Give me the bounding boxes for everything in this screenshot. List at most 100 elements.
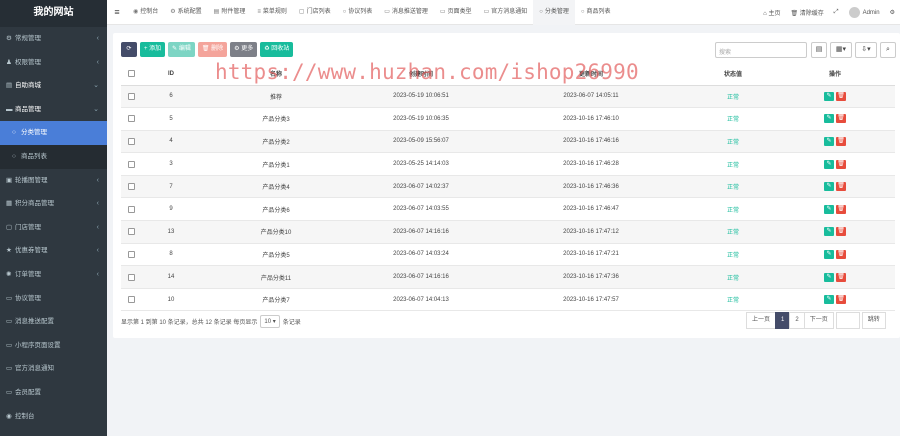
nav-tab-3[interactable]: ≡ 菜单规则 xyxy=(251,0,293,25)
row-checkbox[interactable] xyxy=(127,92,135,100)
sidebar-item-3[interactable]: ▬ 商品管理 ⌄ xyxy=(0,98,107,122)
search-icon[interactable]: ⌕ xyxy=(880,42,896,58)
refresh-button[interactable]: ⟳ xyxy=(121,42,137,57)
row-delete-button[interactable]: 🗑 xyxy=(836,204,846,214)
row-delete-button[interactable]: 🗑 xyxy=(836,249,846,259)
nav-tab-5[interactable]: ○ 协议列表 xyxy=(337,0,379,25)
nav-tab-9[interactable]: ○ 分类管理 xyxy=(533,0,575,25)
row-edit-button[interactable]: ✎ xyxy=(824,295,834,305)
nav-tab-8[interactable]: ▭ 官方消息通知 xyxy=(478,0,534,25)
status-badge[interactable]: 正常 xyxy=(727,276,739,282)
sidebar-item-6[interactable]: ▣ 轮播图管理 ‹ xyxy=(0,169,107,193)
sidebar-item-8[interactable]: ▢ 门店管理 ‹ xyxy=(0,216,107,240)
row-edit-button[interactable]: ✎ xyxy=(824,136,834,146)
page-button-2[interactable]: 2 xyxy=(789,312,805,329)
status-badge[interactable]: 正常 xyxy=(727,95,739,101)
status-badge[interactable]: 正常 xyxy=(727,163,739,169)
row-edit-button[interactable]: ✎ xyxy=(824,91,834,101)
row-edit-button[interactable]: ✎ xyxy=(824,182,834,192)
status-badge[interactable]: 正常 xyxy=(727,253,739,259)
fullscreen-icon[interactable]: ⤢ xyxy=(829,9,844,16)
sidebar-item-11[interactable]: ▭ 协议管理 xyxy=(0,287,107,311)
status-badge[interactable]: 正常 xyxy=(727,117,739,123)
settings-icon[interactable]: ⚙ xyxy=(885,9,900,16)
columns-dropdown-icon[interactable]: ▦▾ xyxy=(830,42,852,58)
row-delete-button[interactable]: 🗑 xyxy=(836,159,846,169)
nav-tab-2[interactable]: ▤ 附件管理 xyxy=(208,0,252,25)
status-badge[interactable]: 正常 xyxy=(727,185,739,191)
clear-cache-button[interactable]: 🗑 清除缓存 xyxy=(785,8,828,17)
row-edit-button[interactable]: ✎ xyxy=(824,159,834,169)
table-row[interactable]: 10 产品分类7 2023-06-07 14:04:13 2023-10-16 17:… xyxy=(121,288,895,312)
row-edit-button[interactable]: ✎ xyxy=(824,272,834,282)
sidebar-item-2[interactable]: ▤ 自助商城 ⌄ xyxy=(0,74,107,98)
row-delete-button[interactable]: 🗑 xyxy=(836,295,846,305)
sidebar-item-16[interactable]: ◉ 控制台 xyxy=(0,405,107,429)
status-badge[interactable]: 正常 xyxy=(727,140,739,146)
jump-button[interactable]: 跳转 xyxy=(861,312,886,329)
row-edit-button[interactable]: ✎ xyxy=(824,204,834,214)
row-checkbox[interactable] xyxy=(127,183,135,191)
table-row[interactable]: 9 产品分类6 2023-06-07 14:03:55 2023-10-16 17:4… xyxy=(121,197,895,222)
nav-tab-0[interactable]: ◉ 控制台 xyxy=(127,0,164,25)
sidebar-item-15[interactable]: ▭ 会员配置 xyxy=(0,381,107,405)
edit-button[interactable]: ✎ 编辑 xyxy=(168,42,195,57)
sidebar-item-12[interactable]: ▭ 消息推送配置 xyxy=(0,310,107,334)
list-view-icon[interactable]: ▤ xyxy=(811,42,827,58)
table-row[interactable]: 6 推荐 2023-05-19 10:06:51 2023-06-07 14:05:1… xyxy=(121,85,895,109)
nav-tab-7[interactable]: ▭ 页面类型 xyxy=(434,0,478,25)
row-delete-button[interactable]: 🗑 xyxy=(836,182,846,192)
page-button-1[interactable]: 1 xyxy=(775,312,791,329)
header-status[interactable]: 状态值 xyxy=(691,63,775,86)
table-row[interactable]: 4 产品分类2 2023-05-09 15:56:07 2023-10-16 17:4… xyxy=(121,130,895,154)
nav-tab-10[interactable]: ○ 商品列表 xyxy=(575,0,617,25)
row-checkbox[interactable] xyxy=(127,273,135,281)
add-button[interactable]: + 添加 xyxy=(140,42,166,57)
table-row[interactable]: 13 产品分类10 2023-06-07 14:16:16 2023-10-16 17… xyxy=(121,220,895,244)
next-page-button[interactable]: 下一页 xyxy=(803,312,834,329)
row-checkbox[interactable] xyxy=(127,250,135,258)
brand-logo[interactable]: 我的网站 xyxy=(0,0,107,27)
jump-page-input[interactable] xyxy=(835,312,860,329)
user-menu[interactable]: Admin xyxy=(844,6,885,18)
table-row[interactable]: 8 产品分类5 2023-06-07 14:03:24 2023-10-16 17:4… xyxy=(121,243,895,267)
sidebar-item-13[interactable]: ▭ 小程序页面设置 xyxy=(0,334,107,358)
row-checkbox[interactable] xyxy=(127,296,135,304)
row-delete-button[interactable]: 🗑 xyxy=(836,136,846,146)
sidebar-item-9[interactable]: ★ 优惠券管理 ‹ xyxy=(0,239,107,263)
menu-toggle-icon[interactable]: ≡ xyxy=(107,7,127,17)
nav-tab-4[interactable]: ▢ 门店列表 xyxy=(293,0,337,25)
sidebar-item-14[interactable]: ▭ 官方消息通知 xyxy=(0,357,107,381)
home-link[interactable]: ⌂ 主页 xyxy=(758,8,785,17)
sidebar-item-10[interactable]: ✺ 订单管理 ‹ xyxy=(0,263,107,287)
sidebar-item-1[interactable]: ♟ 权限管理 ‹ xyxy=(0,51,107,75)
nav-tab-1[interactable]: ⚙ 系统配置 xyxy=(164,0,207,25)
prev-page-button[interactable]: 上一页 xyxy=(746,312,777,329)
table-row[interactable]: 5 产品分类3 2023-05-19 10:06:35 2023-10-16 17:4… xyxy=(121,107,895,131)
row-delete-button[interactable]: 🗑 xyxy=(836,91,846,101)
row-delete-button[interactable]: 🗑 xyxy=(836,227,846,237)
row-delete-button[interactable]: 🗑 xyxy=(836,272,846,282)
sidebar-item-4[interactable]: ○ 分类管理 xyxy=(0,121,107,145)
row-checkbox[interactable] xyxy=(127,205,135,213)
select-all-checkbox[interactable] xyxy=(127,70,135,78)
table-row[interactable]: 7 产品分类4 2023-06-07 14:02:37 2023-10-16 17:4… xyxy=(121,175,895,199)
row-edit-button[interactable]: ✎ xyxy=(824,227,834,237)
sidebar-item-5[interactable]: ○ 商品列表 xyxy=(0,144,107,169)
sidebar-item-7[interactable]: ▦ 积分商品管理 ‹ xyxy=(0,192,107,216)
header-id[interactable]: ID xyxy=(141,63,201,86)
recycle-bin-button[interactable]: ♻ 回收站 xyxy=(260,42,294,57)
status-badge[interactable]: 正常 xyxy=(727,208,739,214)
table-row[interactable]: 3 产品分类1 2023-05-25 14:14:03 2023-10-16 17:4… xyxy=(121,152,895,176)
status-badge[interactable]: 正常 xyxy=(727,230,739,236)
row-checkbox[interactable] xyxy=(127,160,135,168)
page-size-select[interactable]: 10 ▾ xyxy=(260,315,280,328)
more-button[interactable]: ⚙ 更多 xyxy=(230,42,258,57)
row-edit-button[interactable]: ✎ xyxy=(824,249,834,259)
search-input[interactable]: 搜索 xyxy=(715,42,807,58)
delete-button[interactable]: 🗑 删除 xyxy=(197,42,228,57)
row-delete-button[interactable]: 🗑 xyxy=(836,114,846,124)
export-dropdown-icon[interactable]: ⇩▾ xyxy=(855,42,877,58)
status-badge[interactable]: 正常 xyxy=(727,298,739,304)
row-edit-button[interactable]: ✎ xyxy=(824,114,834,124)
